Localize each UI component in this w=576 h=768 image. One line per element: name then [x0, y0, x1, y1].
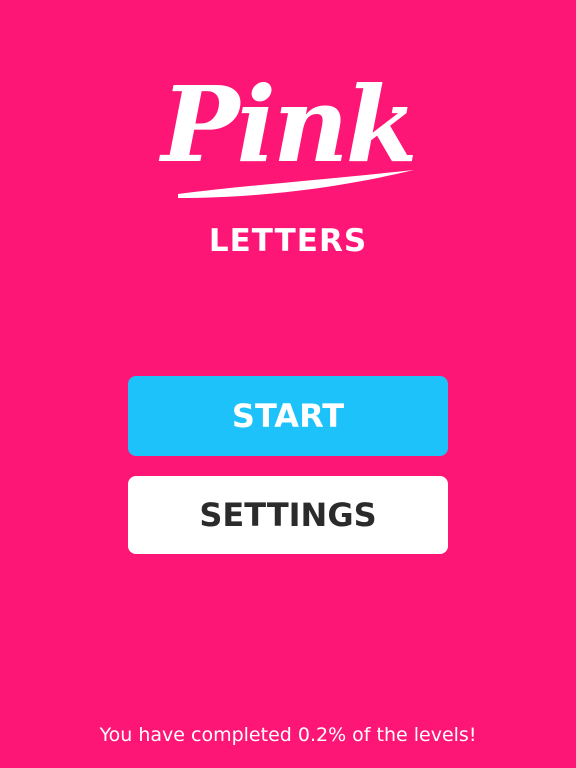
logo-word: Pink	[161, 63, 417, 186]
settings-button[interactable]: SETTINGS	[128, 476, 448, 554]
progress-message: You have completed 0.2% of the levels!	[99, 724, 477, 746]
logo-swoosh	[178, 170, 414, 198]
app-logo: Pink	[0, 70, 576, 200]
start-button[interactable]: START	[128, 376, 448, 456]
app-subtitle: LETTERS	[208, 223, 368, 259]
